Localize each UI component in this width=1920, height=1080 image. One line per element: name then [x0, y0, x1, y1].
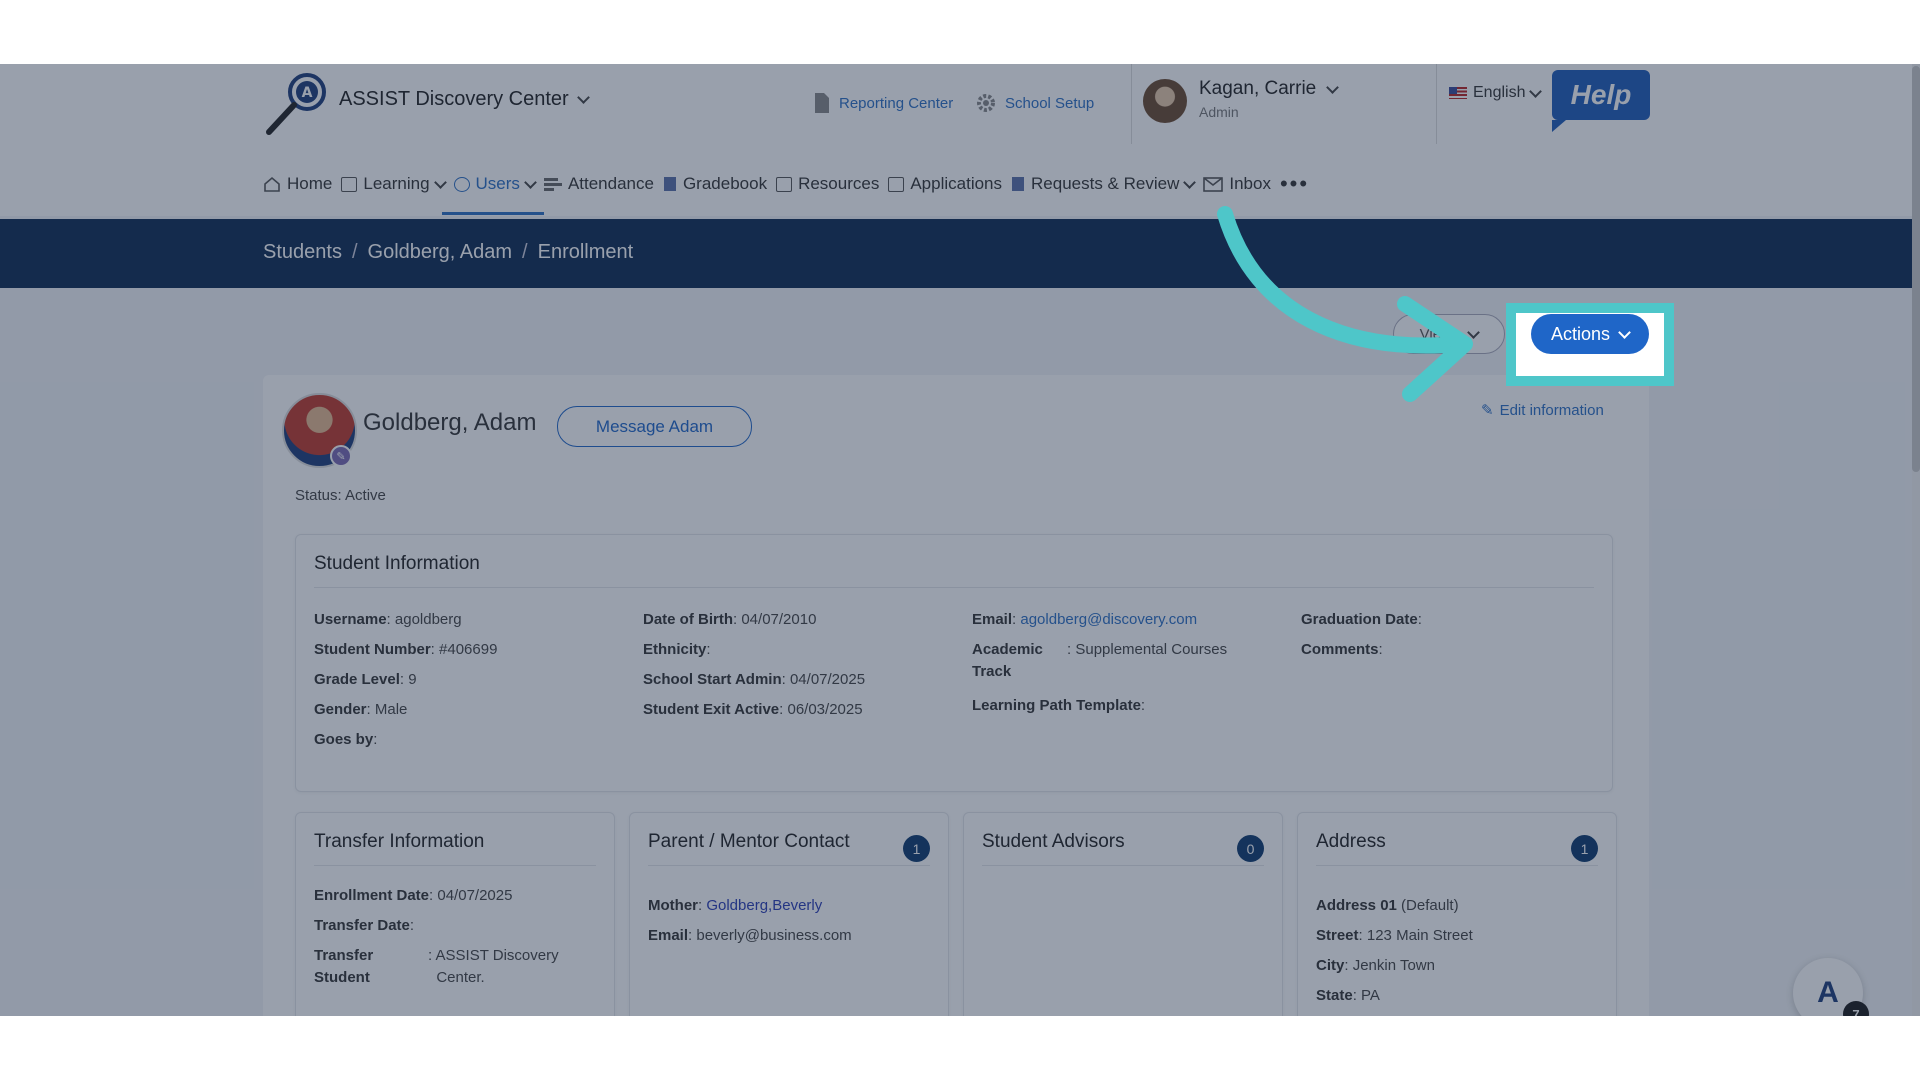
- chat-icon: [888, 176, 905, 192]
- field-email: Email: agoldberg@discovery.com: [972, 611, 1198, 628]
- app-title: ASSIST Discovery Center: [339, 88, 569, 110]
- nav-requests-review[interactable]: Requests & Review: [1011, 159, 1203, 209]
- field-transfer-student-label: Transfer Student: [314, 947, 374, 986]
- nav-home[interactable]: Home: [263, 159, 341, 209]
- document-icon: [815, 93, 829, 113]
- field-academic-track-value: : Supplemental Courses: [1067, 641, 1228, 658]
- panel-title: Address: [1316, 831, 1386, 852]
- grid-icon: [341, 176, 358, 192]
- gear-icon: [977, 94, 995, 112]
- breadcrumb-enrollment: Enrollment: [537, 241, 634, 263]
- actions-dropdown-button[interactable]: Actions: [1531, 314, 1649, 354]
- field-city: City: Jenkin Town: [1316, 957, 1435, 974]
- nav-applications[interactable]: Applications: [888, 159, 1011, 209]
- nav-learning[interactable]: Learning: [341, 159, 453, 209]
- field-school-start-admin: School Start Admin: 04/07/2025: [643, 671, 866, 688]
- field-student-exit-active: Student Exit Active: 06/03/2025: [643, 701, 863, 718]
- breadcrumb-bar: Students / Goldberg, Adam / Enrollment: [0, 219, 1920, 288]
- chevron-down-icon: [1326, 80, 1340, 94]
- field-learning-path-template: Learning Path Template:: [972, 697, 1146, 714]
- field-academic-track-label: Academic Track: [972, 641, 1043, 680]
- user-avatar[interactable]: [1143, 79, 1187, 123]
- divider: [1436, 64, 1437, 144]
- count-badge: 1: [1571, 835, 1598, 862]
- us-flag-icon: [1449, 87, 1467, 99]
- parent-mentor-contact-panel: Parent / Mentor Contact 1 Mother: Goldbe…: [629, 812, 949, 1016]
- field-graduation-date: Graduation Date:: [1301, 611, 1422, 628]
- field-grade-level: Grade Level: 9: [314, 671, 417, 688]
- help-button[interactable]: Help: [1552, 70, 1650, 132]
- school-setup-link[interactable]: School Setup: [975, 92, 1094, 114]
- field-enrollment-date: Enrollment Date: 04/07/2025: [314, 887, 513, 904]
- nav-attendance[interactable]: Attendance: [543, 159, 663, 209]
- count-badge: 1: [903, 835, 930, 862]
- panel-title: Parent / Mentor Contact: [648, 831, 850, 852]
- nav-more-button[interactable]: •••: [1280, 159, 1318, 209]
- message-student-button[interactable]: Message Adam: [557, 406, 752, 447]
- language-select[interactable]: English: [1449, 84, 1543, 102]
- chevron-down-icon: [524, 175, 537, 189]
- mother-link[interactable]: Goldberg,Beverly: [706, 897, 822, 914]
- panel-title: Transfer Information: [314, 831, 485, 852]
- student-status: Status: Active: [295, 487, 386, 504]
- nav-resources[interactable]: Resources: [776, 159, 888, 209]
- panel-title: Student Advisors: [982, 831, 1125, 852]
- breadcrumb-student-name[interactable]: Goldberg, Adam: [368, 241, 513, 264]
- student-name: Goldberg, Adam: [363, 409, 537, 436]
- nav-gradebook[interactable]: Gradebook: [663, 159, 776, 209]
- top-bar: A ASSIST Discovery Center Reporting Cent…: [0, 64, 1920, 216]
- breadcrumb-students[interactable]: Students: [263, 241, 342, 264]
- assist-logo-icon: A: [1817, 976, 1839, 1009]
- address-panel: Address 1 Address 01 (Default) Street: 1…: [1297, 812, 1617, 1016]
- student-advisors-panel: Student Advisors 0: [963, 812, 1283, 1016]
- tutorial-arrow-icon: [1217, 206, 1473, 402]
- user-role: Admin: [1199, 104, 1239, 120]
- nav-users[interactable]: Users: [441, 159, 545, 215]
- field-student-number: Student Number: #406699: [314, 641, 498, 658]
- field-street: Street: 123 Main Street: [1316, 927, 1473, 944]
- field-state: State: PA: [1316, 987, 1380, 1004]
- magnifier-logo-icon: A: [266, 73, 326, 135]
- field-comments: Comments:: [1301, 641, 1383, 658]
- breadcrumb: Students / Goldberg, Adam / Enrollment: [263, 241, 634, 264]
- panel-title: Student Information: [314, 553, 480, 574]
- svg-text:A: A: [302, 85, 313, 101]
- chevron-down-icon: [1618, 325, 1631, 339]
- count-badge: 0: [1237, 835, 1264, 862]
- clipboard-icon: [1012, 177, 1025, 191]
- list-icon: [543, 178, 562, 191]
- scrollbar-thumb[interactable]: [1912, 66, 1920, 472]
- field-username: Username: agoldberg: [314, 611, 462, 628]
- field-goes-by: Goes by:: [314, 731, 378, 748]
- monitor-icon: [776, 176, 793, 192]
- chevron-down-icon: [1529, 84, 1543, 98]
- main-nav: Home Learning Users Attendance Gradebook: [263, 159, 1318, 215]
- field-ethnicity: Ethnicity:: [643, 641, 711, 658]
- field-transfer-date: Transfer Date:: [314, 917, 415, 934]
- field-gender: Gender: Male: [314, 701, 408, 718]
- student-email-link[interactable]: agoldberg@discovery.com: [1020, 611, 1197, 628]
- field-transfer-student-value: : ASSIST Discovery Center.: [428, 947, 559, 986]
- edit-avatar-pencil-icon[interactable]: ✎: [330, 445, 352, 467]
- student-information-panel: Student Information Username: agoldberg …: [295, 534, 1613, 792]
- user-icon: [453, 176, 470, 192]
- app-frame: A ASSIST Discovery Center Reporting Cent…: [0, 64, 1920, 1016]
- chevron-down-icon: [576, 91, 590, 104]
- field-mother: Mother: Goldberg,Beverly: [648, 897, 823, 914]
- field-date-of-birth: Date of Birth: 04/07/2010: [643, 611, 817, 628]
- mail-icon: [1203, 176, 1224, 192]
- app-title-dropdown[interactable]: ASSIST Discovery Center: [339, 88, 590, 111]
- field-parent-email: Email: beverly@business.com: [648, 927, 852, 944]
- notification-badge: 7: [1843, 1001, 1869, 1016]
- transfer-information-panel: Transfer Information Enrollment Date: 04…: [295, 812, 615, 1016]
- divider: [1131, 64, 1132, 144]
- chevron-down-icon: [433, 175, 447, 189]
- user-menu[interactable]: Kagan, Carrie: [1199, 78, 1340, 100]
- field-address: Address 01 (Default): [1316, 897, 1459, 914]
- reporting-center-link[interactable]: Reporting Center: [813, 92, 953, 114]
- chevron-down-icon: [1183, 175, 1197, 189]
- book-icon: [663, 177, 676, 191]
- home-icon: [264, 176, 280, 192]
- nav-inbox[interactable]: Inbox: [1203, 159, 1280, 209]
